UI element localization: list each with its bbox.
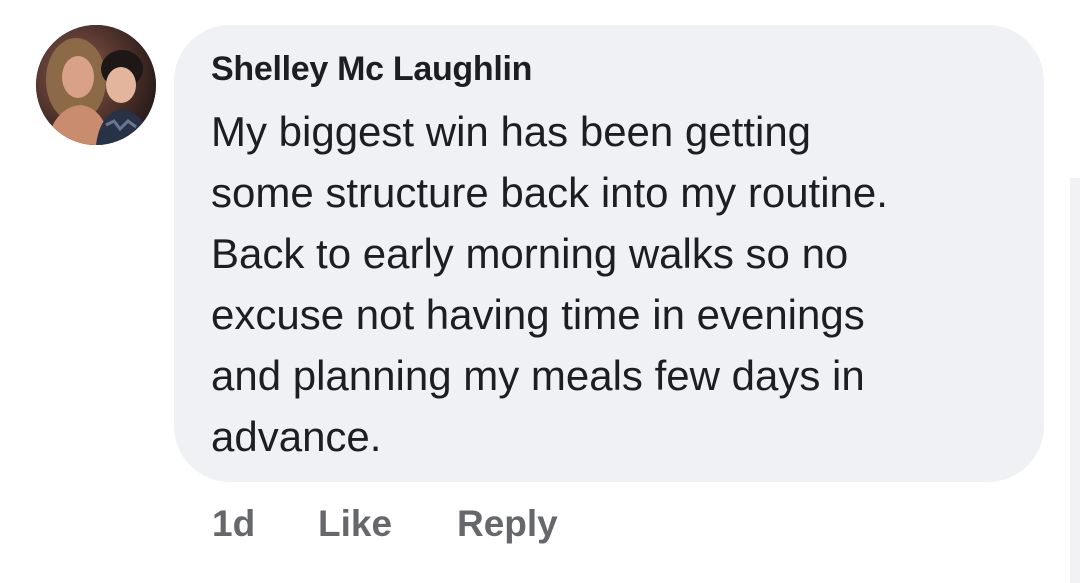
comment-text-line: and planning my meals few days in	[211, 352, 865, 399]
comment-text-line: excuse not having time in evenings	[211, 291, 865, 338]
comment-text: My biggest win has been getting some str…	[211, 101, 1011, 467]
reply-button[interactable]: Reply	[457, 503, 558, 545]
comment-thread: Shelley Mc Laughlin My biggest win has b…	[0, 0, 1080, 583]
comment-timestamp[interactable]: 1d	[212, 503, 255, 545]
comment-text-line: Back to early morning walks so no	[211, 230, 849, 277]
comment-text-line: advance.	[211, 413, 382, 460]
comment-author-name[interactable]: Shelley Mc Laughlin	[211, 50, 532, 89]
avatar-photo-icon	[36, 25, 156, 145]
comment-text-line: some structure back into my routine.	[211, 169, 888, 216]
author-avatar[interactable]	[36, 25, 156, 145]
like-button[interactable]: Like	[318, 503, 392, 545]
comment-text-line: My biggest win has been getting	[211, 108, 812, 155]
thread-edge-divider	[1070, 178, 1080, 583]
